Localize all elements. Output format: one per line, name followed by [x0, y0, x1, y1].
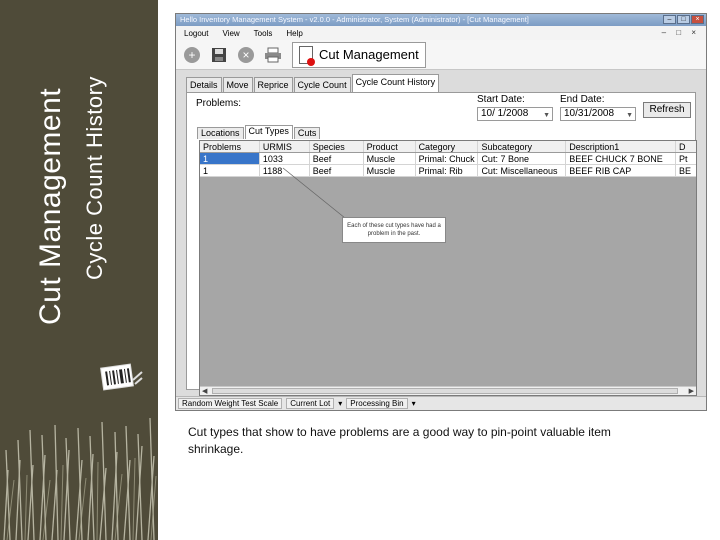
tab-reprice[interactable]: Reprice [253, 77, 293, 92]
table-cell: 1 [200, 153, 260, 164]
table-row[interactable]: 1 1188 Beef Muscle Primal: Rib Cut: Misc… [200, 165, 696, 177]
calendar-dropdown-icon[interactable]: ▼ [626, 110, 633, 122]
column-header[interactable]: D [676, 141, 696, 152]
subtab-locations[interactable]: Locations [197, 127, 244, 139]
minimize-button[interactable]: – [663, 15, 676, 24]
title-bar: Hello Inventory Management System - v2.0… [176, 14, 706, 26]
problems-label: Problems: [196, 98, 242, 109]
column-header[interactable]: Product [364, 141, 416, 152]
slide-title: Cut Management [34, 87, 67, 325]
column-header[interactable]: Problems [200, 141, 260, 152]
menu-bar: Logout View Tools Help – □ × [176, 26, 706, 40]
slide-caption: Cut types that show to have problems are… [188, 425, 611, 456]
end-date-field[interactable]: 10/31/2008 ▼ [560, 107, 636, 121]
problems-grid[interactable]: Problems URMIS Species Product Category … [199, 140, 697, 396]
tab-cycle-count-history[interactable]: Cycle Count History [351, 74, 440, 92]
calendar-dropdown-icon[interactable]: ▼ [543, 110, 550, 122]
window-title: Hello Inventory Management System - v2.0… [180, 15, 529, 24]
table-cell: BEEF RIB CAP [566, 165, 677, 176]
chevron-down-icon[interactable]: ▾ [412, 399, 416, 408]
table-cell: Primal: Rib [416, 165, 479, 176]
start-date-value: 10/ 1/2008 [481, 108, 529, 119]
subtab-cuts[interactable]: Cuts [293, 127, 321, 139]
table-cell: Cut: 7 Bone [478, 153, 567, 164]
document-icon [299, 45, 315, 66]
subtab-cut-types[interactable]: Cut Types [244, 125, 293, 139]
end-date-value: 10/31/2008 [564, 108, 615, 119]
status-bar: Random Weight Test Scale Current Lot ▾ P… [176, 396, 706, 410]
tab-move[interactable]: Move [222, 77, 253, 92]
close-button[interactable]: × [691, 15, 704, 24]
history-panel: Problems: Start Date: 10/ 1/2008 ▼ End D… [186, 92, 697, 396]
refresh-button[interactable]: Refresh [643, 102, 691, 118]
table-cell: 1 [200, 165, 260, 176]
menu-logout[interactable]: Logout [184, 29, 208, 38]
sub-tabs: Locations Cut Types Cuts [197, 125, 321, 139]
end-date-label: End Date: [560, 94, 605, 105]
status-scale: Random Weight Test Scale [178, 398, 283, 409]
menu-view[interactable]: View [222, 29, 239, 38]
main-tabs: Details Move Reprice Cycle Count Cycle C… [186, 74, 696, 92]
print-icon[interactable] [262, 44, 284, 66]
save-icon[interactable] [208, 44, 230, 66]
table-row[interactable]: 1 1033 Beef Muscle Primal: Chuck Cut: 7 … [200, 153, 696, 165]
slide-subtitle: Cycle Count History [82, 76, 107, 280]
column-header[interactable]: URMIS [260, 141, 310, 152]
side-panel: Cut Management Cycle Count History [0, 0, 158, 540]
maximize-button[interactable]: □ [677, 15, 690, 24]
tab-cycle-count[interactable]: Cycle Count [293, 77, 351, 92]
scroll-right-icon[interactable]: ▶ [689, 387, 694, 395]
menu-help[interactable]: Help [286, 29, 302, 38]
add-icon[interactable]: + [184, 46, 200, 63]
toolbar: + × Cut Management [176, 40, 706, 70]
table-cell: Muscle [364, 165, 416, 176]
chevron-down-icon[interactable]: ▾ [338, 399, 342, 408]
table-cell: BE [679, 166, 692, 176]
table-cell: 1033 [260, 153, 310, 164]
column-header[interactable]: Subcategory [478, 141, 567, 152]
menu-tools[interactable]: Tools [254, 29, 273, 38]
grass-decoration [3, 417, 157, 540]
horizontal-scrollbar[interactable]: ◀ ▶ [200, 386, 696, 395]
callout-pointer [282, 167, 346, 219]
table-cell: Muscle [364, 153, 416, 164]
scroll-left-icon[interactable]: ◀ [202, 387, 207, 395]
tab-details[interactable]: Details [186, 77, 222, 92]
scrollbar-thumb[interactable] [212, 388, 678, 394]
mdi-controls[interactable]: – □ × [662, 28, 700, 37]
grid-header: Problems URMIS Species Product Category … [200, 141, 696, 153]
status-current-lot[interactable]: Current Lot [286, 398, 335, 409]
callout-note: Each of these cut types have had a probl… [342, 217, 446, 243]
start-date-field[interactable]: 10/ 1/2008 ▼ [477, 107, 553, 121]
column-header[interactable]: Species [310, 141, 364, 152]
column-header[interactable]: Description1 [566, 141, 677, 152]
table-cell: Primal: Chuck [416, 153, 479, 164]
delete-icon[interactable]: × [238, 46, 254, 63]
table-cell: BEEF CHUCK 7 BONE [566, 153, 677, 164]
table-cell: Beef [310, 153, 364, 164]
content-area: Details Move Reprice Cycle Count Cycle C… [186, 74, 697, 396]
app-window: Hello Inventory Management System - v2.0… [175, 13, 707, 411]
table-cell: Cut: Miscellaneous [478, 165, 567, 176]
status-processing-bin[interactable]: Processing Bin [346, 398, 408, 409]
column-header[interactable]: Category [416, 141, 479, 152]
start-date-label: Start Date: [477, 94, 525, 105]
table-cell: Pt [679, 154, 688, 164]
app-title-panel: Cut Management [292, 41, 426, 68]
barcode-icon [100, 363, 143, 391]
app-title: Cut Management [319, 47, 419, 62]
